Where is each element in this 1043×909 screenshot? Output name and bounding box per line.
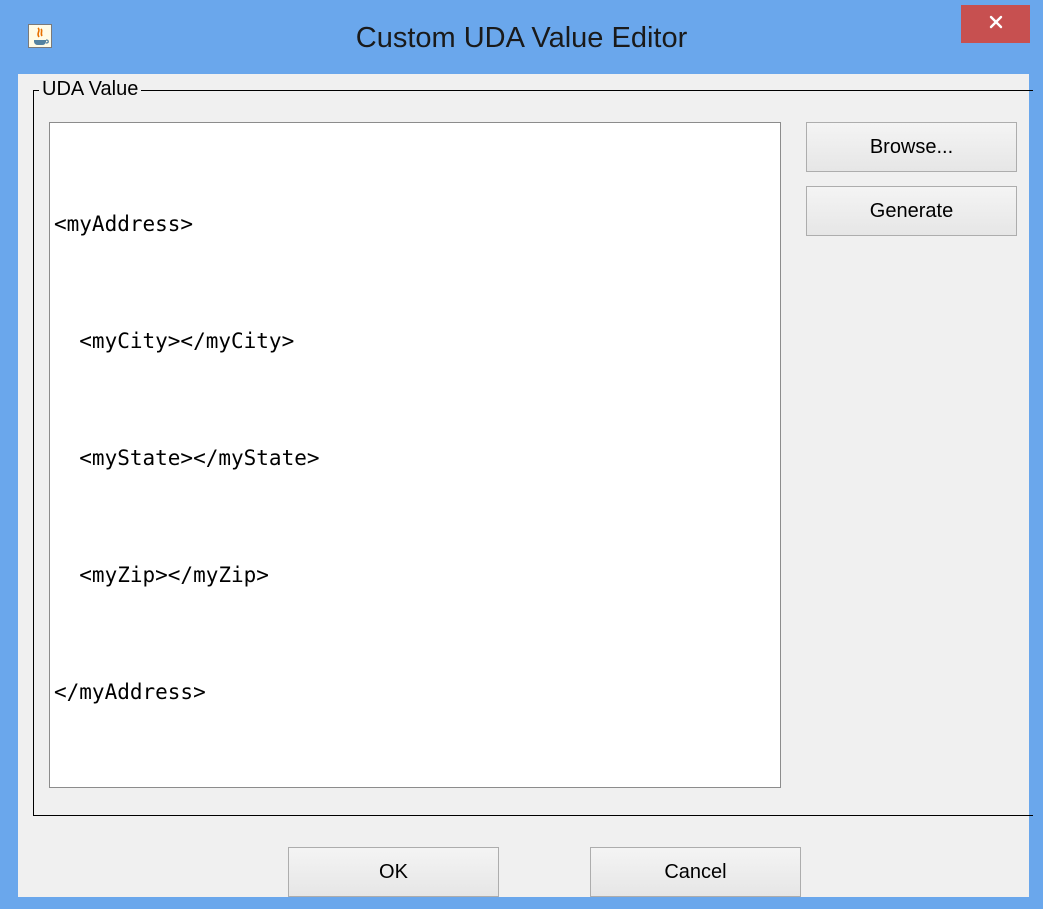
editor-line: <myAddress> [54, 212, 194, 236]
ok-button[interactable]: OK [288, 847, 499, 897]
close-button[interactable] [961, 5, 1030, 43]
title-bar[interactable]: Custom UDA Value Editor [0, 0, 1043, 68]
editor-line: <myCity></myCity> [54, 329, 295, 353]
dialog-window: Custom UDA Value Editor UDA Value <myAdd… [0, 0, 1043, 909]
window-title: Custom UDA Value Editor [355, 22, 688, 54]
browse-button[interactable]: Browse... [806, 122, 1017, 172]
cancel-button[interactable]: Cancel [590, 847, 801, 897]
dialog-body: UDA Value <myAddress> <myCity></myCity> … [18, 74, 1033, 897]
group-label: UDA Value [39, 78, 142, 101]
editor-line: <myState></myState> [54, 446, 320, 470]
generate-button[interactable]: Generate [806, 186, 1017, 236]
editor-line: </myAddress> [54, 680, 206, 704]
editor-line: <myZip></myZip> [54, 563, 269, 587]
close-icon [988, 14, 1004, 35]
uda-value-textarea[interactable]: <myAddress> <myCity></myCity> <myState><… [49, 122, 781, 788]
